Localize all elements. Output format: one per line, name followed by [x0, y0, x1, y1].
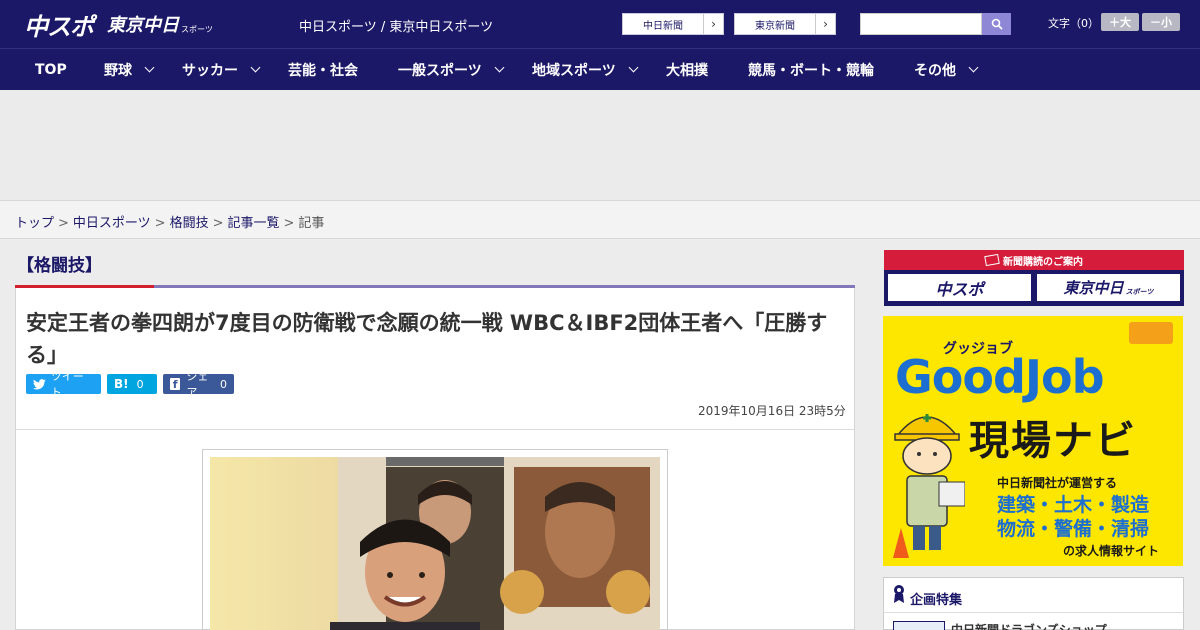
search-input[interactable]	[860, 13, 982, 35]
ribbon-icon	[894, 585, 904, 603]
ad-brand: GoodJob	[895, 350, 1105, 404]
feature-thumbnail[interactable]	[893, 621, 945, 630]
breadcrumb-current: 記事	[298, 216, 325, 231]
logo-chuspo: 中スポ	[24, 12, 94, 41]
site-header: 中スポ 東京中日 スポーツ 中日スポーツ / 東京中日スポーツ 中日新聞 › 東…	[0, 0, 1200, 48]
article-photo[interactable]	[210, 457, 660, 630]
facebook-icon: f	[170, 378, 181, 391]
goodjob-ad[interactable]: グッジョブ GoodJob 現場ナビ 中日新聞社が運営する 建築・土木・製造 物…	[883, 316, 1183, 566]
facebook-share-button[interactable]: f シェア 0	[163, 370, 234, 399]
nav-item-top[interactable]: TOP	[35, 49, 67, 90]
tokyo-shimbun-link[interactable]: 東京新聞 ›	[734, 13, 836, 35]
nav-item-general-sports[interactable]: 一般スポーツ	[398, 49, 505, 90]
chevron-down-icon	[968, 62, 979, 72]
chevron-down-icon	[144, 62, 155, 72]
subscription-logo-tokyo-chunichi[interactable]: 東京中日 スポーツ	[1036, 273, 1181, 302]
logo-sports-small: スポーツ	[181, 24, 213, 34]
logo-tokyo-chunichi: 東京中日	[107, 15, 179, 36]
newspaper-icon	[984, 253, 1000, 267]
ad-subtitle: 現場ナビ	[969, 418, 1137, 464]
site-logo[interactable]: 中スポ 東京中日 スポーツ	[24, 9, 213, 41]
nav-item-baseball[interactable]: 野球	[104, 49, 155, 90]
article-headline: 安定王者の拳四朗が7度目の防衛戦で念願の統一戦 WBC＆IBF2団体王者へ「圧勝…	[26, 311, 828, 367]
ad-operator: 中日新聞社が運営する	[997, 476, 1118, 490]
facebook-count: 0	[220, 377, 227, 391]
worker-mascot-icon	[893, 414, 965, 558]
nav-item-soccer[interactable]: サッカー	[182, 49, 261, 90]
font-size-label: 文字（0）	[1048, 17, 1099, 30]
nav-item-sumo[interactable]: 大相撲	[666, 49, 708, 90]
font-larger-button[interactable]: ＋大	[1101, 13, 1139, 31]
chevron-down-icon	[628, 62, 639, 72]
chevron-right-icon: ›	[703, 14, 723, 34]
chevron-down-icon	[250, 62, 261, 72]
breadcrumb-bar: トップ > 中日スポーツ > 格闘技 > 記事一覧 > 記事	[0, 200, 1200, 239]
hatena-count: 0	[136, 377, 144, 391]
ad-line2: 物流・警備・清掃	[997, 518, 1150, 540]
nav-item-other[interactable]: その他	[914, 49, 979, 90]
card-accent-line-red	[15, 285, 154, 288]
nav-item-racing[interactable]: 競馬・ボート・競輪	[748, 49, 874, 90]
subscription-title: 新聞購読のご案内	[884, 250, 1184, 270]
hatena-bookmark-button[interactable]: B! 0	[107, 374, 157, 394]
chunichi-shimbun-link[interactable]: 中日新聞 ›	[622, 13, 724, 35]
main-nav: TOP 野球 サッカー 芸能・社会 一般スポーツ 地域スポーツ 大相撲 競馬・ボ…	[0, 48, 1200, 90]
font-smaller-button[interactable]: －小	[1142, 13, 1180, 31]
ad-line1: 建築・土木・製造	[997, 494, 1150, 516]
breadcrumb: トップ > 中日スポーツ > 格闘技 > 記事一覧 > 記事	[15, 216, 325, 231]
nav-item-local-sports[interactable]: 地域スポーツ	[532, 49, 639, 90]
twitter-icon	[33, 378, 46, 389]
nav-item-entertainment[interactable]: 芸能・社会	[288, 49, 358, 90]
ad-banner-area	[0, 90, 1200, 200]
publish-date: 2019年10月16日 23時5分	[698, 404, 846, 418]
truck-icon	[1129, 322, 1173, 344]
breadcrumb-top[interactable]: トップ	[15, 216, 54, 231]
site-title[interactable]: 中日スポーツ / 東京中日スポーツ	[299, 16, 493, 35]
article-divider	[16, 429, 854, 430]
boxer-photo	[210, 457, 660, 630]
search-icon	[991, 18, 1003, 30]
chevron-down-icon	[494, 62, 505, 72]
feature-item-dragons-shop[interactable]: 中日新聞ドラゴンズショップ	[951, 621, 1107, 630]
ad-footer: の求人情報サイト	[1063, 544, 1160, 558]
article-category: 【格闘技】	[17, 256, 102, 276]
tweet-button[interactable]: ツイート	[26, 370, 101, 399]
breadcrumb-article-list[interactable]: 記事一覧	[228, 216, 280, 231]
breadcrumb-chunichi-sports[interactable]: 中日スポーツ	[73, 216, 151, 231]
hatena-icon: B!	[114, 377, 129, 391]
feature-divider	[884, 612, 1183, 613]
chevron-right-icon: ›	[815, 14, 835, 34]
feature-title: 企画特集	[910, 593, 963, 608]
breadcrumb-martial-arts[interactable]: 格闘技	[170, 216, 209, 231]
subscription-logo-chuspo[interactable]: 中スポ	[887, 273, 1032, 302]
search-button[interactable]	[982, 13, 1011, 35]
